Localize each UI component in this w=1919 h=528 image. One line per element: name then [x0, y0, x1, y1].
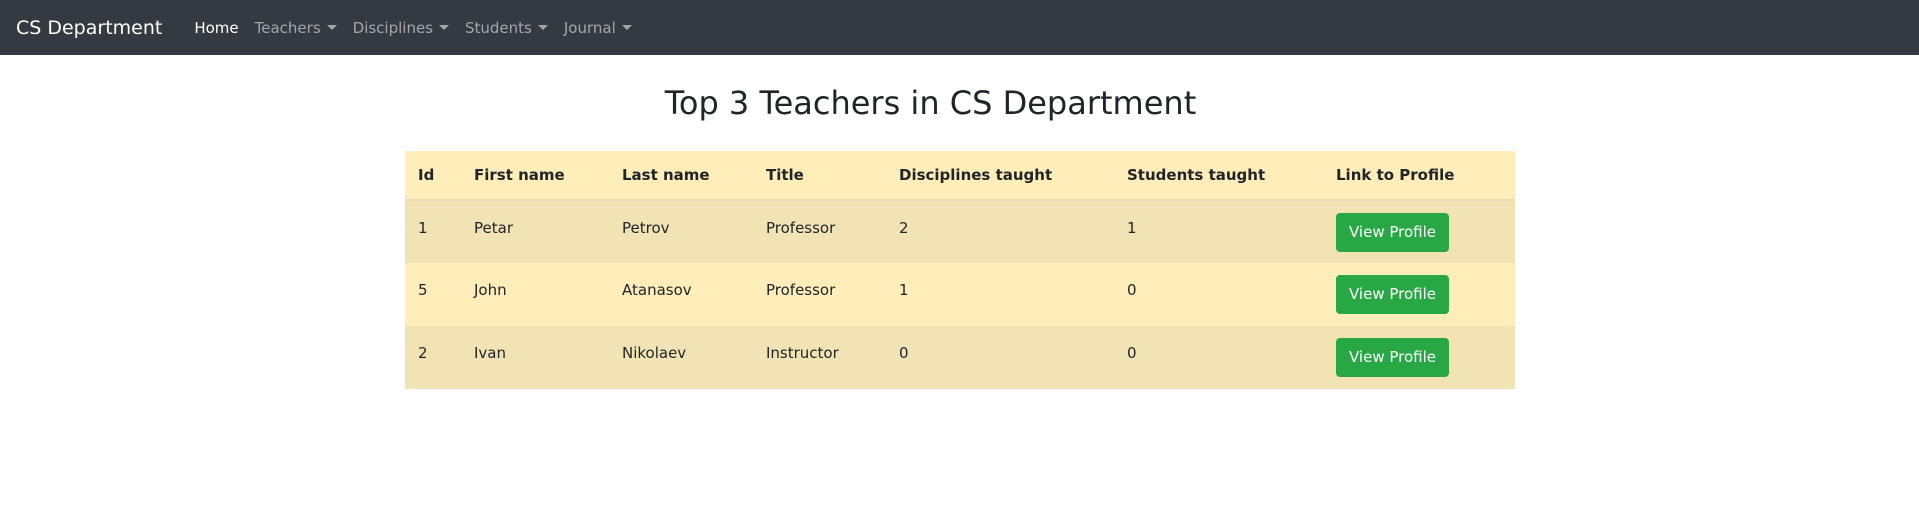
table-row: 5 John Atanasov Professor 1 0 View Profi… — [405, 263, 1515, 326]
nav-item-students[interactable]: Students — [457, 19, 556, 37]
column-header-first-name: First name — [461, 151, 609, 201]
table-header-row: Id First name Last name Title Discipline… — [405, 151, 1515, 201]
cell-first-name: Petar — [461, 200, 609, 263]
cell-id: 5 — [405, 263, 461, 326]
nav-item-home[interactable]: Home — [186, 19, 246, 37]
column-header-title: Title — [753, 151, 886, 201]
nav-item-label: Students — [465, 18, 532, 37]
nav-item-label: Home — [194, 18, 239, 37]
column-header-id: Id — [405, 151, 461, 201]
cell-profile-link: View Profile — [1323, 200, 1515, 263]
cell-title: Professor — [753, 263, 886, 326]
cell-profile-link: View Profile — [1323, 263, 1515, 326]
view-profile-button[interactable]: View Profile — [1336, 275, 1450, 314]
column-header-disciplines-taught: Disciplines taught — [886, 151, 1114, 201]
top-navbar: CS Department Home Teachers Disciplines … — [0, 0, 1919, 55]
cell-first-name: John — [461, 263, 609, 326]
caret-down-icon — [537, 25, 548, 30]
nav-item-disciplines[interactable]: Disciplines — [345, 19, 457, 37]
cell-students-taught: 1 — [1114, 200, 1323, 263]
caret-down-icon — [621, 25, 632, 30]
cell-disciplines-taught: 1 — [886, 263, 1114, 326]
nav-menu: Home Teachers Disciplines Students Journ… — [186, 19, 639, 37]
nav-item-teachers[interactable]: Teachers — [247, 19, 345, 37]
cell-first-name: Ivan — [461, 326, 609, 389]
navbar-brand[interactable]: CS Department — [16, 17, 162, 39]
teachers-table: Id First name Last name Title Discipline… — [405, 151, 1515, 389]
table-header: Id First name Last name Title Discipline… — [405, 151, 1515, 201]
cell-title: Instructor — [753, 326, 886, 389]
cell-last-name: Petrov — [609, 200, 753, 263]
cell-students-taught: 0 — [1114, 326, 1323, 389]
cell-title: Professor — [753, 200, 886, 263]
cell-id: 2 — [405, 326, 461, 389]
table-body: 1 Petar Petrov Professor 2 1 View Profil… — [405, 200, 1515, 389]
caret-down-icon — [326, 25, 337, 30]
table-row: 1 Petar Petrov Professor 2 1 View Profil… — [405, 200, 1515, 263]
nav-item-label: Teachers — [254, 18, 321, 37]
nav-item-journal[interactable]: Journal — [556, 19, 640, 37]
cell-profile-link: View Profile — [1323, 326, 1515, 389]
view-profile-button[interactable]: View Profile — [1336, 338, 1450, 377]
cell-last-name: Atanasov — [609, 263, 753, 326]
cell-last-name: Nikolaev — [609, 326, 753, 389]
cell-students-taught: 0 — [1114, 263, 1323, 326]
column-header-link-to-profile: Link to Profile — [1323, 151, 1515, 201]
cell-id: 1 — [405, 200, 461, 263]
table-row: 2 Ivan Nikolaev Instructor 0 0 View Prof… — [405, 326, 1515, 389]
cell-disciplines-taught: 2 — [886, 200, 1114, 263]
column-header-students-taught: Students taught — [1114, 151, 1323, 201]
caret-down-icon — [439, 25, 449, 30]
page-title: Top 3 Teachers in CS Department — [664, 84, 1197, 122]
cell-disciplines-taught: 0 — [886, 326, 1114, 389]
nav-item-label: Journal — [563, 18, 616, 37]
view-profile-button[interactable]: View Profile — [1336, 213, 1450, 252]
column-header-last-name: Last name — [609, 151, 753, 201]
teachers-table-container: Id First name Last name Title Discipline… — [405, 151, 1515, 389]
nav-item-label: Disciplines — [352, 18, 433, 37]
